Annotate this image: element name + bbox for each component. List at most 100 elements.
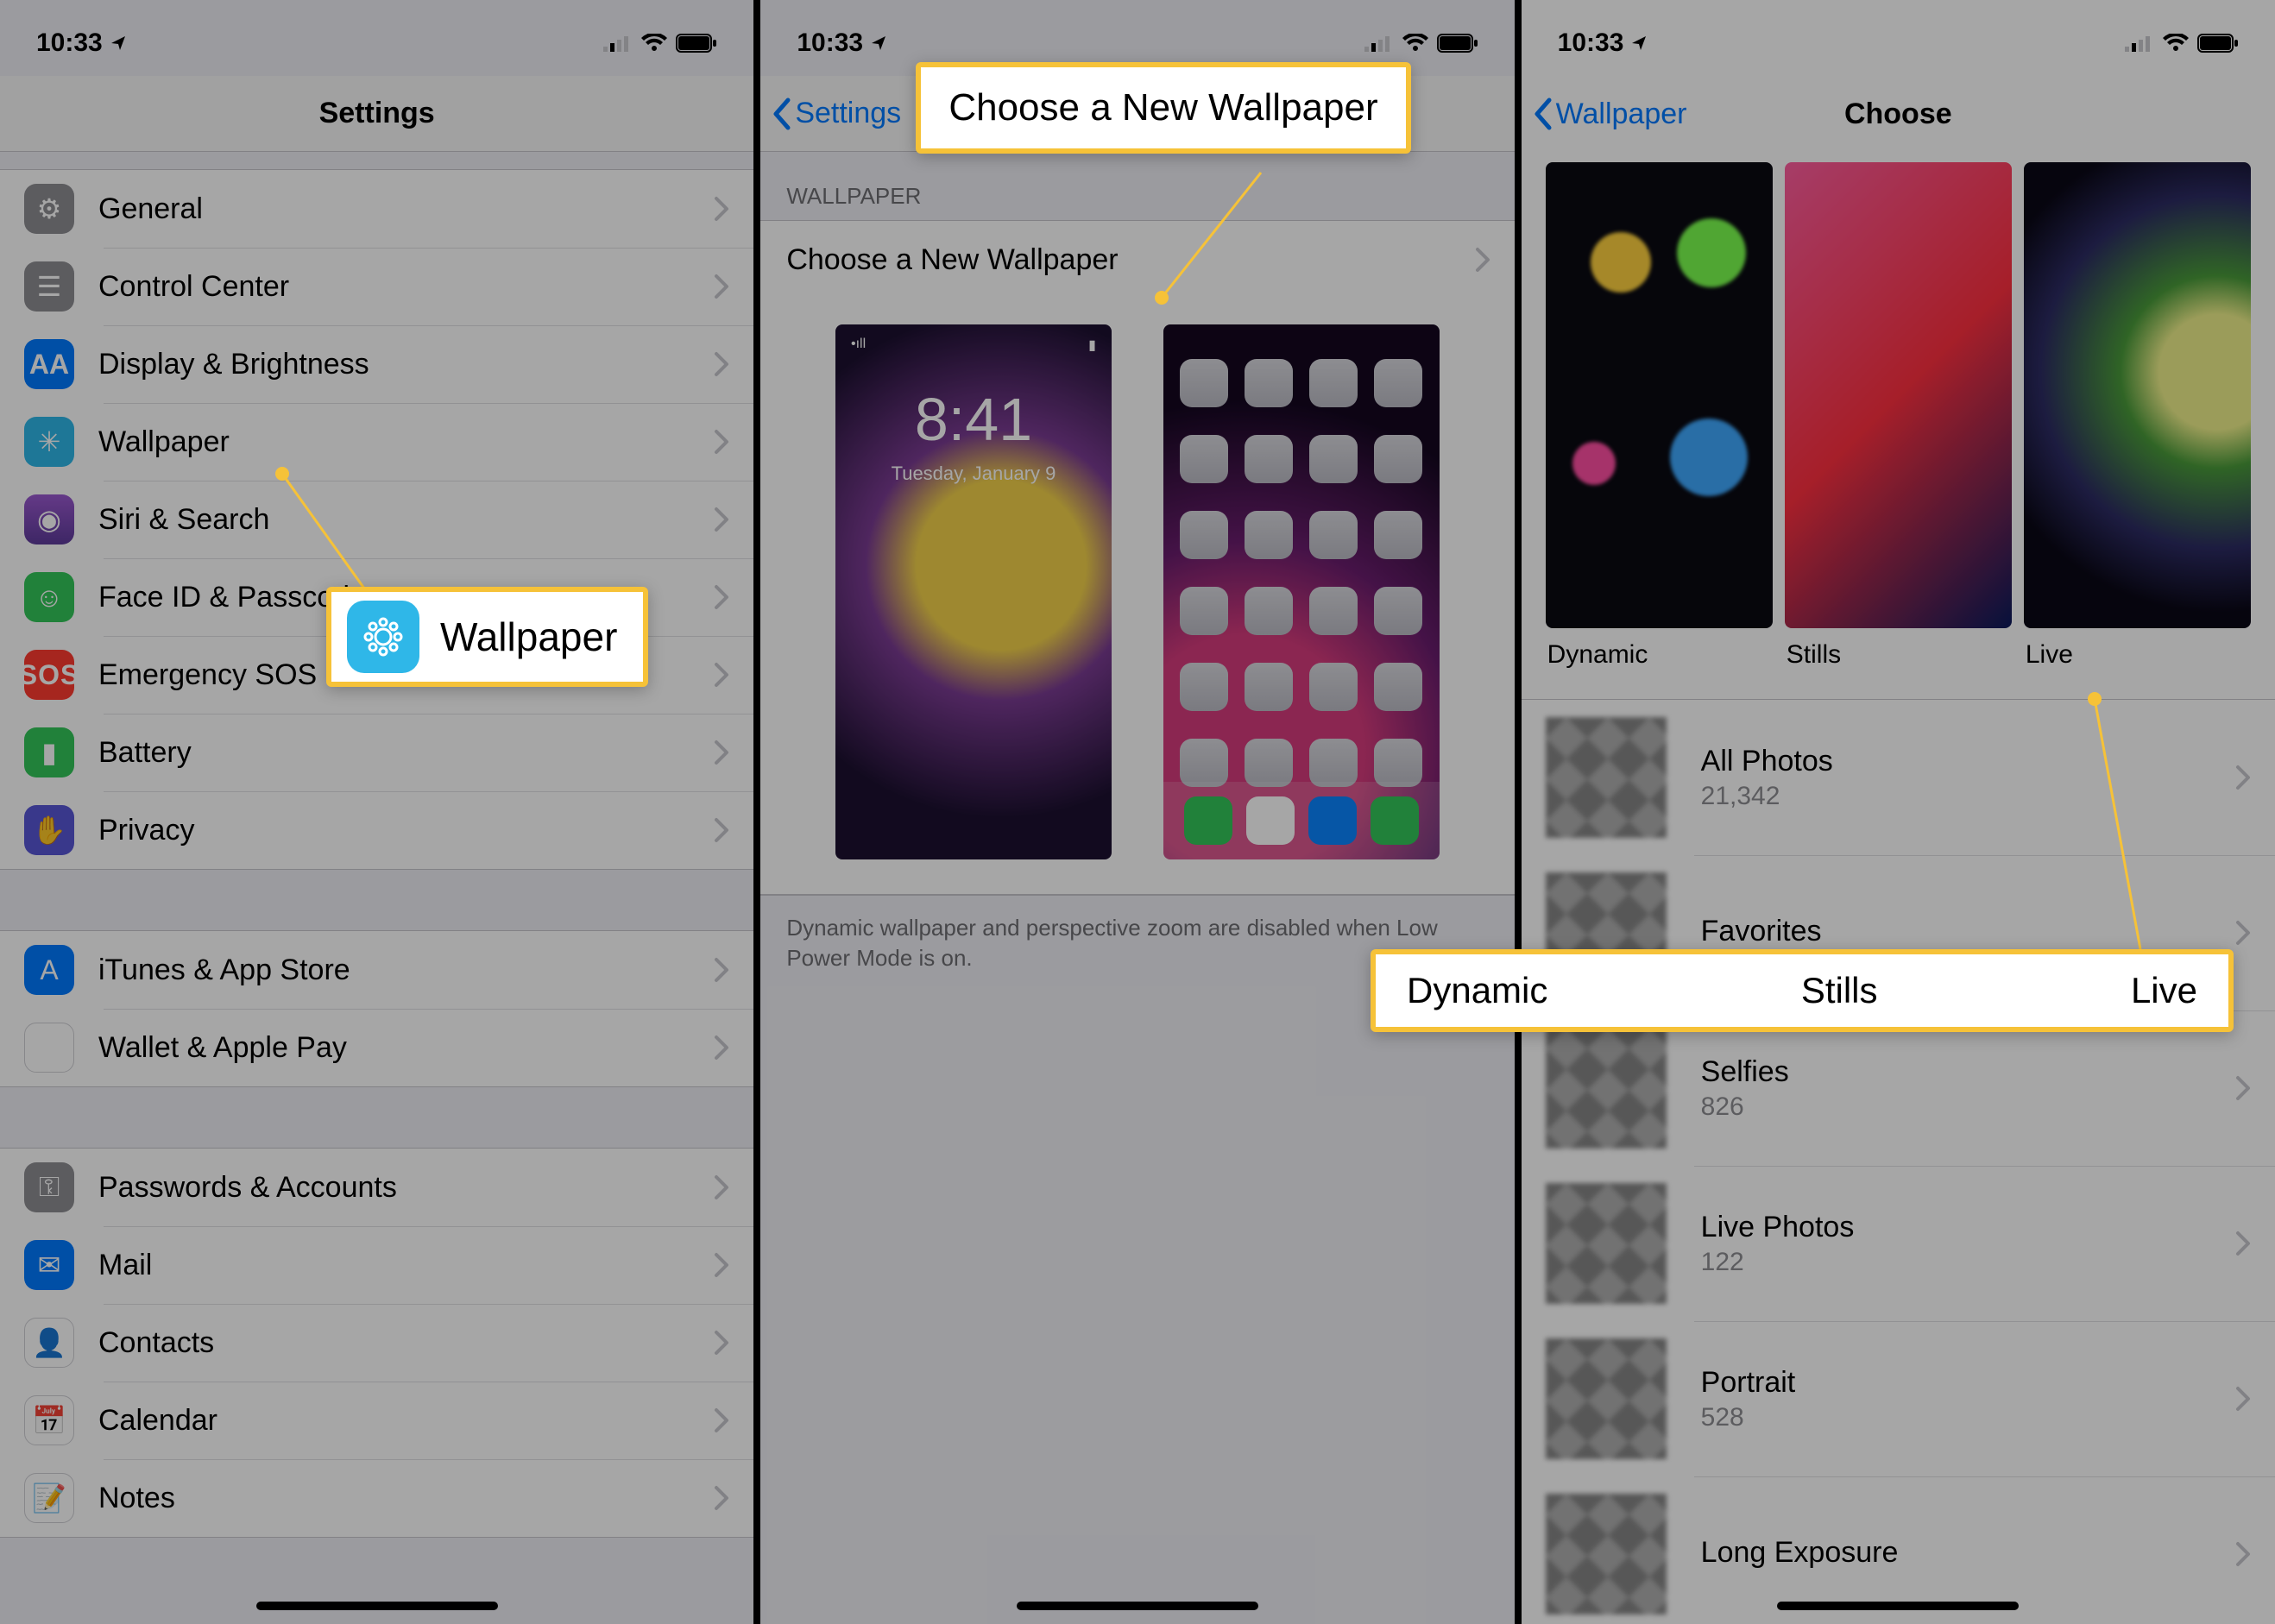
- settings-row-display[interactable]: AADisplay & Brightness: [0, 325, 753, 403]
- location-icon: [1630, 35, 1648, 52]
- back-label: Wallpaper: [1556, 98, 1687, 131]
- battery-icon: [676, 34, 717, 53]
- category-label: Dynamic: [1546, 628, 1773, 670]
- album-count: 21,342: [1701, 782, 2235, 811]
- chevron-right-icon: [714, 1035, 729, 1061]
- chevron-right-icon: [714, 957, 729, 983]
- callout-cat-dynamic: Dynamic: [1407, 970, 1547, 1011]
- chevron-right-icon: [2235, 765, 2251, 790]
- album-title: Long Exposure: [1701, 1536, 2235, 1570]
- chevron-right-icon: [714, 1174, 729, 1200]
- album-title: Favorites: [1701, 915, 2235, 948]
- settings-row-calendar[interactable]: 📅Calendar: [0, 1382, 753, 1459]
- settings-row-siri[interactable]: ◉ Siri & Search: [0, 481, 753, 558]
- lock-screen-preview[interactable]: •ıll▮ 8:41 Tuesday, January 9: [835, 324, 1112, 859]
- general-icon: ⚙: [24, 184, 74, 234]
- cellular-icon: [1364, 35, 1394, 52]
- status-bar: 10:33: [1522, 0, 2275, 76]
- home-screen-preview[interactable]: [1163, 324, 1440, 859]
- settings-row-mail[interactable]: ✉Mail: [0, 1226, 753, 1304]
- album-title: Portrait: [1701, 1366, 2235, 1400]
- passwords-icon: ⚿: [24, 1162, 74, 1212]
- settings-row-passwords[interactable]: ⚿ Passwords & Accounts: [0, 1149, 753, 1226]
- screen-choose: 10:33 Wallpaper Choose Dynamic Stills Live…: [1522, 0, 2275, 1624]
- home-indicator[interactable]: [1017, 1602, 1258, 1610]
- callout-wallpaper: Wallpaper: [326, 587, 648, 687]
- screen-wallpaper: 10:33 Settings WALLPAPER Choose a New Wa…: [760, 0, 1514, 1624]
- wallpaper-icon: ✳: [24, 417, 74, 467]
- category-label: Live: [2024, 628, 2251, 670]
- page-title: Settings: [319, 97, 435, 130]
- chevron-right-icon: [714, 274, 729, 299]
- chevron-right-icon: [714, 351, 729, 377]
- album-row-all[interactable]: All Photos21,342: [1522, 700, 2275, 855]
- settings-row-general[interactable]: ⚙ General: [0, 170, 753, 248]
- row-label: Choose a New Wallpaper: [786, 243, 1474, 277]
- wallpaper-previews: •ıll▮ 8:41 Tuesday, January 9: [760, 299, 1514, 895]
- settings-row-contacts[interactable]: 👤Contacts: [0, 1304, 753, 1382]
- sos-icon: SOS: [24, 650, 74, 700]
- chevron-right-icon: [714, 1485, 729, 1511]
- row-label: Wallet & Apple Pay: [98, 1031, 714, 1065]
- row-label: Siri & Search: [98, 503, 714, 537]
- settings-row-battery[interactable]: ▮Battery: [0, 714, 753, 791]
- status-time: 10:33: [797, 28, 863, 58]
- status-time: 10:33: [1558, 28, 1624, 58]
- chevron-right-icon: [714, 817, 729, 843]
- back-button[interactable]: Wallpaper: [1532, 76, 1687, 152]
- settings-row-wallet[interactable]: ▭Wallet & Apple Pay: [0, 1009, 753, 1086]
- chevron-right-icon: [714, 429, 729, 455]
- siri-icon: ◉: [24, 494, 74, 544]
- settings-row-control-center[interactable]: ☰Control Center: [0, 248, 753, 325]
- album-count: 826: [1701, 1092, 2235, 1122]
- album-thumb: [1546, 1028, 1667, 1149]
- chevron-right-icon: [714, 662, 729, 688]
- album-thumb: [1546, 1183, 1667, 1304]
- chevron-left-icon: [771, 97, 791, 131]
- category-thumb-dynamic: [1546, 162, 1773, 628]
- category-label: Stills: [1785, 628, 2012, 670]
- row-choose-wallpaper[interactable]: Choose a New Wallpaper: [760, 221, 1514, 299]
- wifi-icon: [1402, 34, 1428, 53]
- settings-row-privacy[interactable]: ✋Privacy: [0, 791, 753, 869]
- callout-cat-stills: Stills: [1801, 970, 1878, 1011]
- album-count: 122: [1701, 1248, 2235, 1277]
- settings-row-notes[interactable]: 📝Notes: [0, 1459, 753, 1537]
- album-row-selfies[interactable]: Selfies826: [1522, 1010, 2275, 1166]
- album-row-portrait[interactable]: Portrait528: [1522, 1321, 2275, 1476]
- chevron-right-icon: [714, 1407, 729, 1433]
- location-icon: [870, 35, 887, 52]
- notes-icon: 📝: [24, 1473, 74, 1523]
- settings-row-wallpaper[interactable]: ✳ Wallpaper: [0, 403, 753, 481]
- wifi-icon: [2163, 34, 2189, 53]
- nav-bar: Wallpaper Choose: [1522, 76, 2275, 152]
- wallpaper-icon: [347, 601, 419, 673]
- home-indicator[interactable]: [1777, 1602, 2019, 1610]
- itunes-icon: A: [24, 945, 74, 995]
- callout-wallpaper-label: Wallpaper: [440, 614, 643, 660]
- chevron-right-icon: [2235, 1386, 2251, 1412]
- row-label: Contacts: [98, 1326, 714, 1360]
- chevron-left-icon: [1532, 97, 1553, 131]
- lock-preview-time: 8:41: [835, 385, 1112, 454]
- album-row-livephotos[interactable]: Live Photos 122: [1522, 1166, 2275, 1321]
- row-label: General: [98, 192, 714, 226]
- back-button[interactable]: Settings: [771, 76, 901, 151]
- row-label: Wallpaper: [98, 425, 714, 459]
- category-thumb-stills: [1785, 162, 2012, 628]
- row-label: Privacy: [98, 814, 714, 847]
- battery-icon: [1437, 34, 1478, 53]
- nav-bar: Settings: [0, 76, 753, 152]
- mail-icon: ✉: [24, 1240, 74, 1290]
- callout-choose-wallpaper: Choose a New Wallpaper: [916, 62, 1410, 154]
- row-label: Passwords & Accounts: [98, 1171, 714, 1205]
- album-title: Live Photos: [1701, 1211, 2235, 1244]
- category-live[interactable]: Live: [2024, 162, 2251, 670]
- category-stills[interactable]: Stills: [1785, 162, 2012, 670]
- album-thumb: [1546, 717, 1667, 838]
- home-indicator[interactable]: [256, 1602, 498, 1610]
- settings-row-itunes[interactable]: AiTunes & App Store: [0, 931, 753, 1009]
- page-title: Choose: [1844, 98, 1952, 131]
- cellular-icon: [2125, 35, 2154, 52]
- category-dynamic[interactable]: Dynamic: [1546, 162, 1773, 670]
